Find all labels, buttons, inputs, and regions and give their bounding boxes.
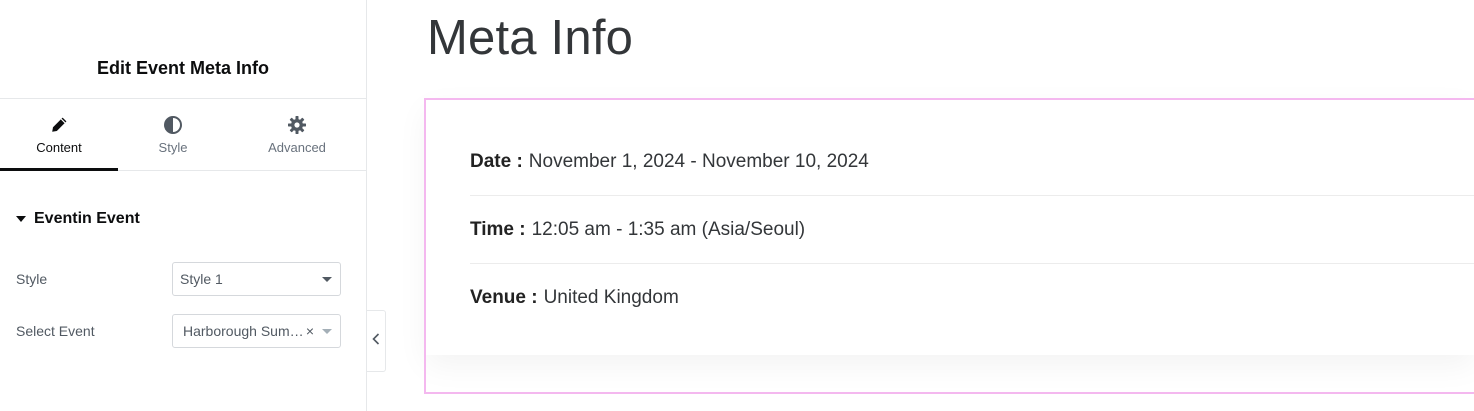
panel-title: Edit Event Meta Info: [96, 57, 269, 78]
control-select-event: Select Event Harborough Sum… ×: [16, 314, 341, 348]
style-select[interactable]: Style 1: [172, 262, 341, 296]
tab-style[interactable]: Style: [118, 99, 228, 170]
tab-style-label: Style: [158, 139, 188, 155]
meta-key: Time :: [470, 218, 526, 240]
chevron-left-icon: [372, 332, 380, 350]
tab-content[interactable]: Content: [0, 99, 118, 171]
gear-icon: [287, 115, 307, 135]
meta-list: Date : November 1, 2024 - November 10, 2…: [470, 128, 1474, 332]
section-title: Eventin Event: [34, 210, 140, 227]
tab-advanced-label: Advanced: [268, 139, 326, 155]
clear-icon[interactable]: ×: [306, 323, 314, 339]
meta-key: Date :: [470, 150, 523, 172]
tab-content-label: Content: [36, 139, 82, 155]
chevron-down-icon: [322, 276, 332, 282]
page-title: Meta Info: [427, 11, 634, 65]
section-toggle-eventin-event[interactable]: Eventin Event: [16, 210, 140, 228]
editor-panel: Edit Event Meta Info Content Style Advan…: [0, 0, 367, 411]
meta-value: 12:05 am - 1:35 am (Asia/Seoul): [531, 218, 806, 240]
meta-row-venue: Venue : United Kingdom: [470, 264, 1474, 332]
half-circle-icon: [163, 115, 183, 135]
caret-down-icon: [16, 216, 26, 222]
style-select-value: Style 1: [180, 271, 223, 287]
panel-header: Edit Event Meta Info: [0, 0, 366, 99]
style-label: Style: [16, 271, 48, 287]
meta-value: November 1, 2024 - November 10, 2024: [528, 150, 869, 172]
control-style: Style Style 1: [16, 262, 341, 296]
event-select-value: Harborough Sum…: [183, 323, 304, 339]
chevron-down-icon: [322, 328, 332, 334]
pencil-icon: [49, 115, 69, 135]
meta-row-date: Date : November 1, 2024 - November 10, 2…: [470, 128, 1474, 196]
select-event-label: Select Event: [16, 323, 95, 339]
collapse-panel-button[interactable]: [367, 310, 386, 372]
meta-value: United Kingdom: [543, 287, 679, 308]
meta-row-time: Time : 12:05 am - 1:35 am (Asia/Seoul): [470, 196, 1474, 264]
editor-screen: Edit Event Meta Info Content Style Advan…: [0, 0, 1474, 411]
tab-advanced[interactable]: Advanced: [228, 99, 366, 170]
event-select[interactable]: Harborough Sum… ×: [172, 314, 341, 348]
meta-key: Venue :: [470, 287, 538, 308]
panel-tabs: Content Style Advanced: [0, 99, 366, 171]
